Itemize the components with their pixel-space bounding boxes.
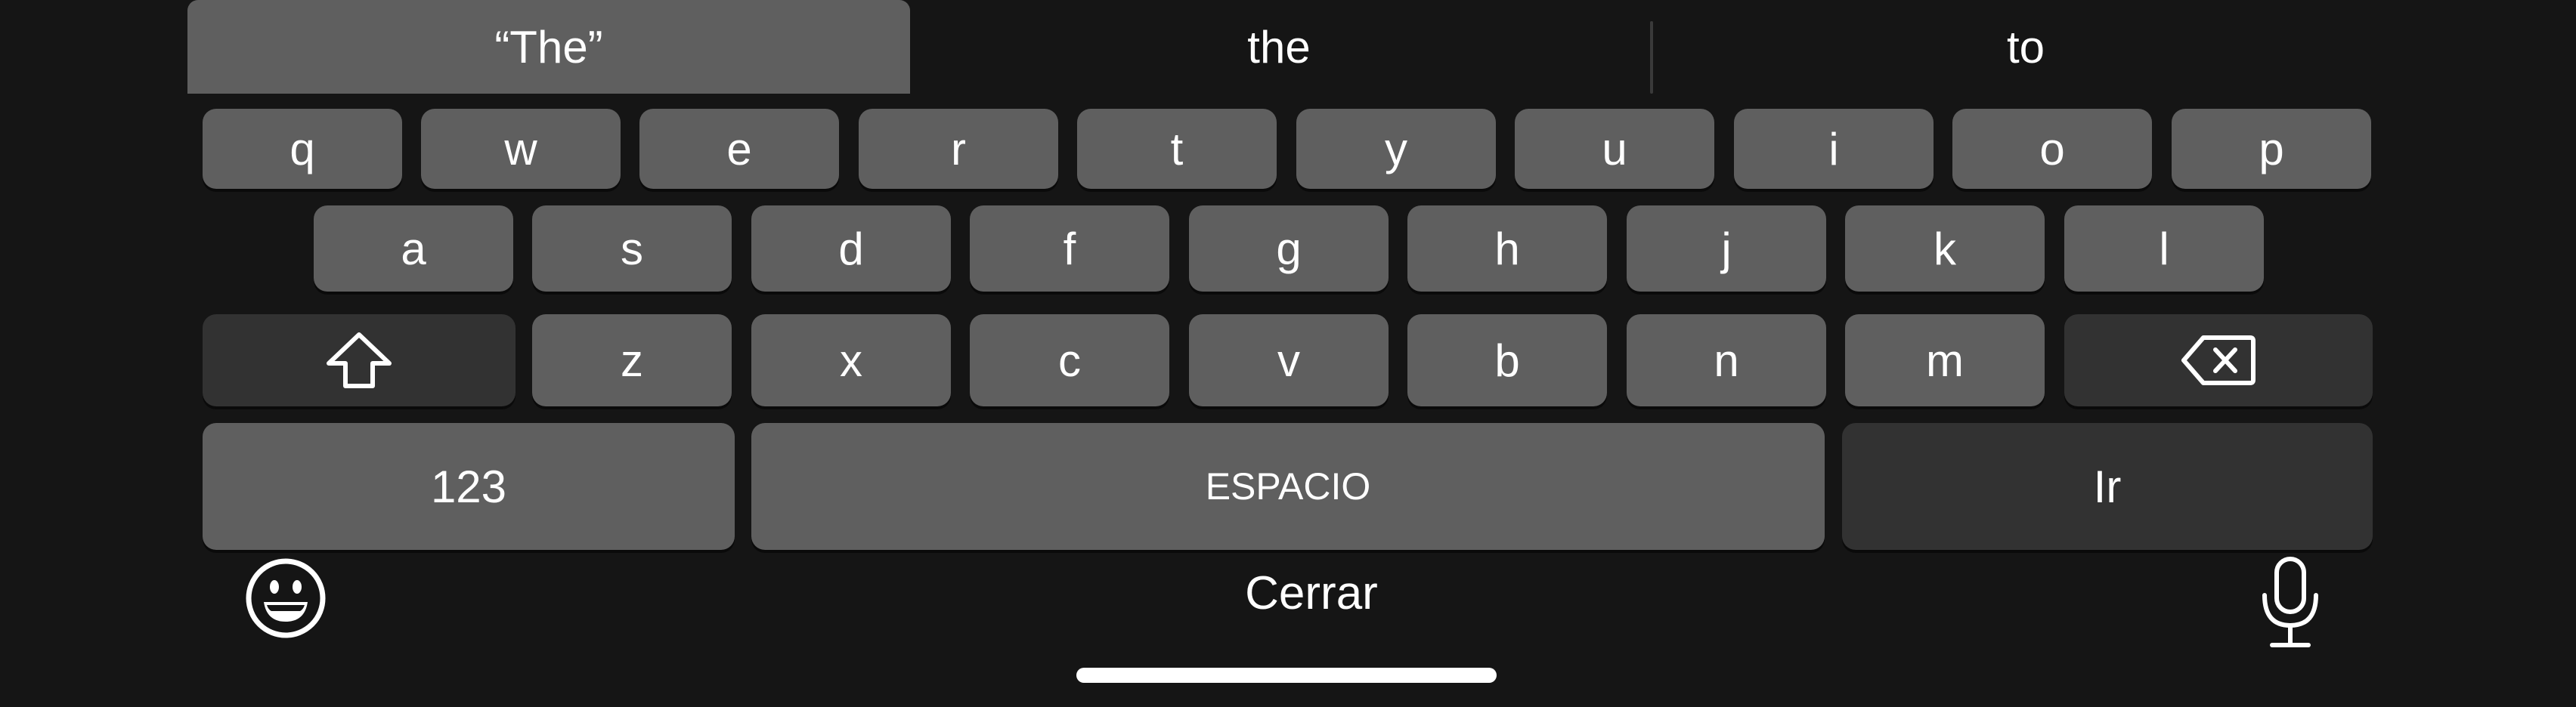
- key-o[interactable]: o: [1952, 109, 2152, 189]
- emoji-button[interactable]: [240, 553, 331, 644]
- backspace-icon: [2181, 333, 2256, 387]
- key-h[interactable]: h: [1407, 205, 1607, 292]
- key-d[interactable]: d: [751, 205, 951, 292]
- keyboard: “The” the to q w e r t y u i o p a s d f…: [0, 0, 2576, 707]
- key-m[interactable]: m: [1845, 314, 2045, 406]
- key-e[interactable]: e: [639, 109, 839, 189]
- key-j[interactable]: j: [1627, 205, 1826, 292]
- emoji-icon: [244, 557, 327, 640]
- key-i[interactable]: i: [1734, 109, 1934, 189]
- key-q[interactable]: q: [203, 109, 402, 189]
- key-w[interactable]: w: [421, 109, 621, 189]
- shift-key[interactable]: [203, 314, 516, 406]
- go-key[interactable]: Ir: [1842, 423, 2373, 550]
- key-g[interactable]: g: [1189, 205, 1389, 292]
- dictation-button[interactable]: [2252, 556, 2328, 650]
- key-f[interactable]: f: [970, 205, 1169, 292]
- suggestion-3[interactable]: to: [1654, 0, 2398, 94]
- key-v[interactable]: v: [1189, 314, 1389, 406]
- suggestion-1[interactable]: “The”: [187, 0, 910, 94]
- delete-key[interactable]: [2064, 314, 2373, 406]
- key-l[interactable]: l: [2064, 205, 2264, 292]
- key-u[interactable]: u: [1515, 109, 1714, 189]
- key-x[interactable]: x: [751, 314, 951, 406]
- key-y[interactable]: y: [1296, 109, 1496, 189]
- key-k[interactable]: k: [1845, 205, 2045, 292]
- key-r[interactable]: r: [859, 109, 1058, 189]
- key-p[interactable]: p: [2172, 109, 2371, 189]
- key-z[interactable]: z: [532, 314, 732, 406]
- microphone-icon: [2259, 556, 2322, 650]
- numbers-key[interactable]: 123: [203, 423, 735, 550]
- close-keyboard-button[interactable]: Cerrar: [1179, 559, 1444, 627]
- shift-icon: [324, 330, 394, 391]
- key-s[interactable]: s: [532, 205, 732, 292]
- key-n[interactable]: n: [1627, 314, 1826, 406]
- home-indicator[interactable]: [1076, 668, 1497, 683]
- suggestion-2[interactable]: the: [910, 0, 1648, 94]
- key-t[interactable]: t: [1077, 109, 1277, 189]
- suggestion-divider: [1650, 21, 1653, 94]
- key-b[interactable]: b: [1407, 314, 1607, 406]
- space-key[interactable]: ESPACIO: [751, 423, 1825, 550]
- key-a[interactable]: a: [314, 205, 513, 292]
- key-c[interactable]: c: [970, 314, 1169, 406]
